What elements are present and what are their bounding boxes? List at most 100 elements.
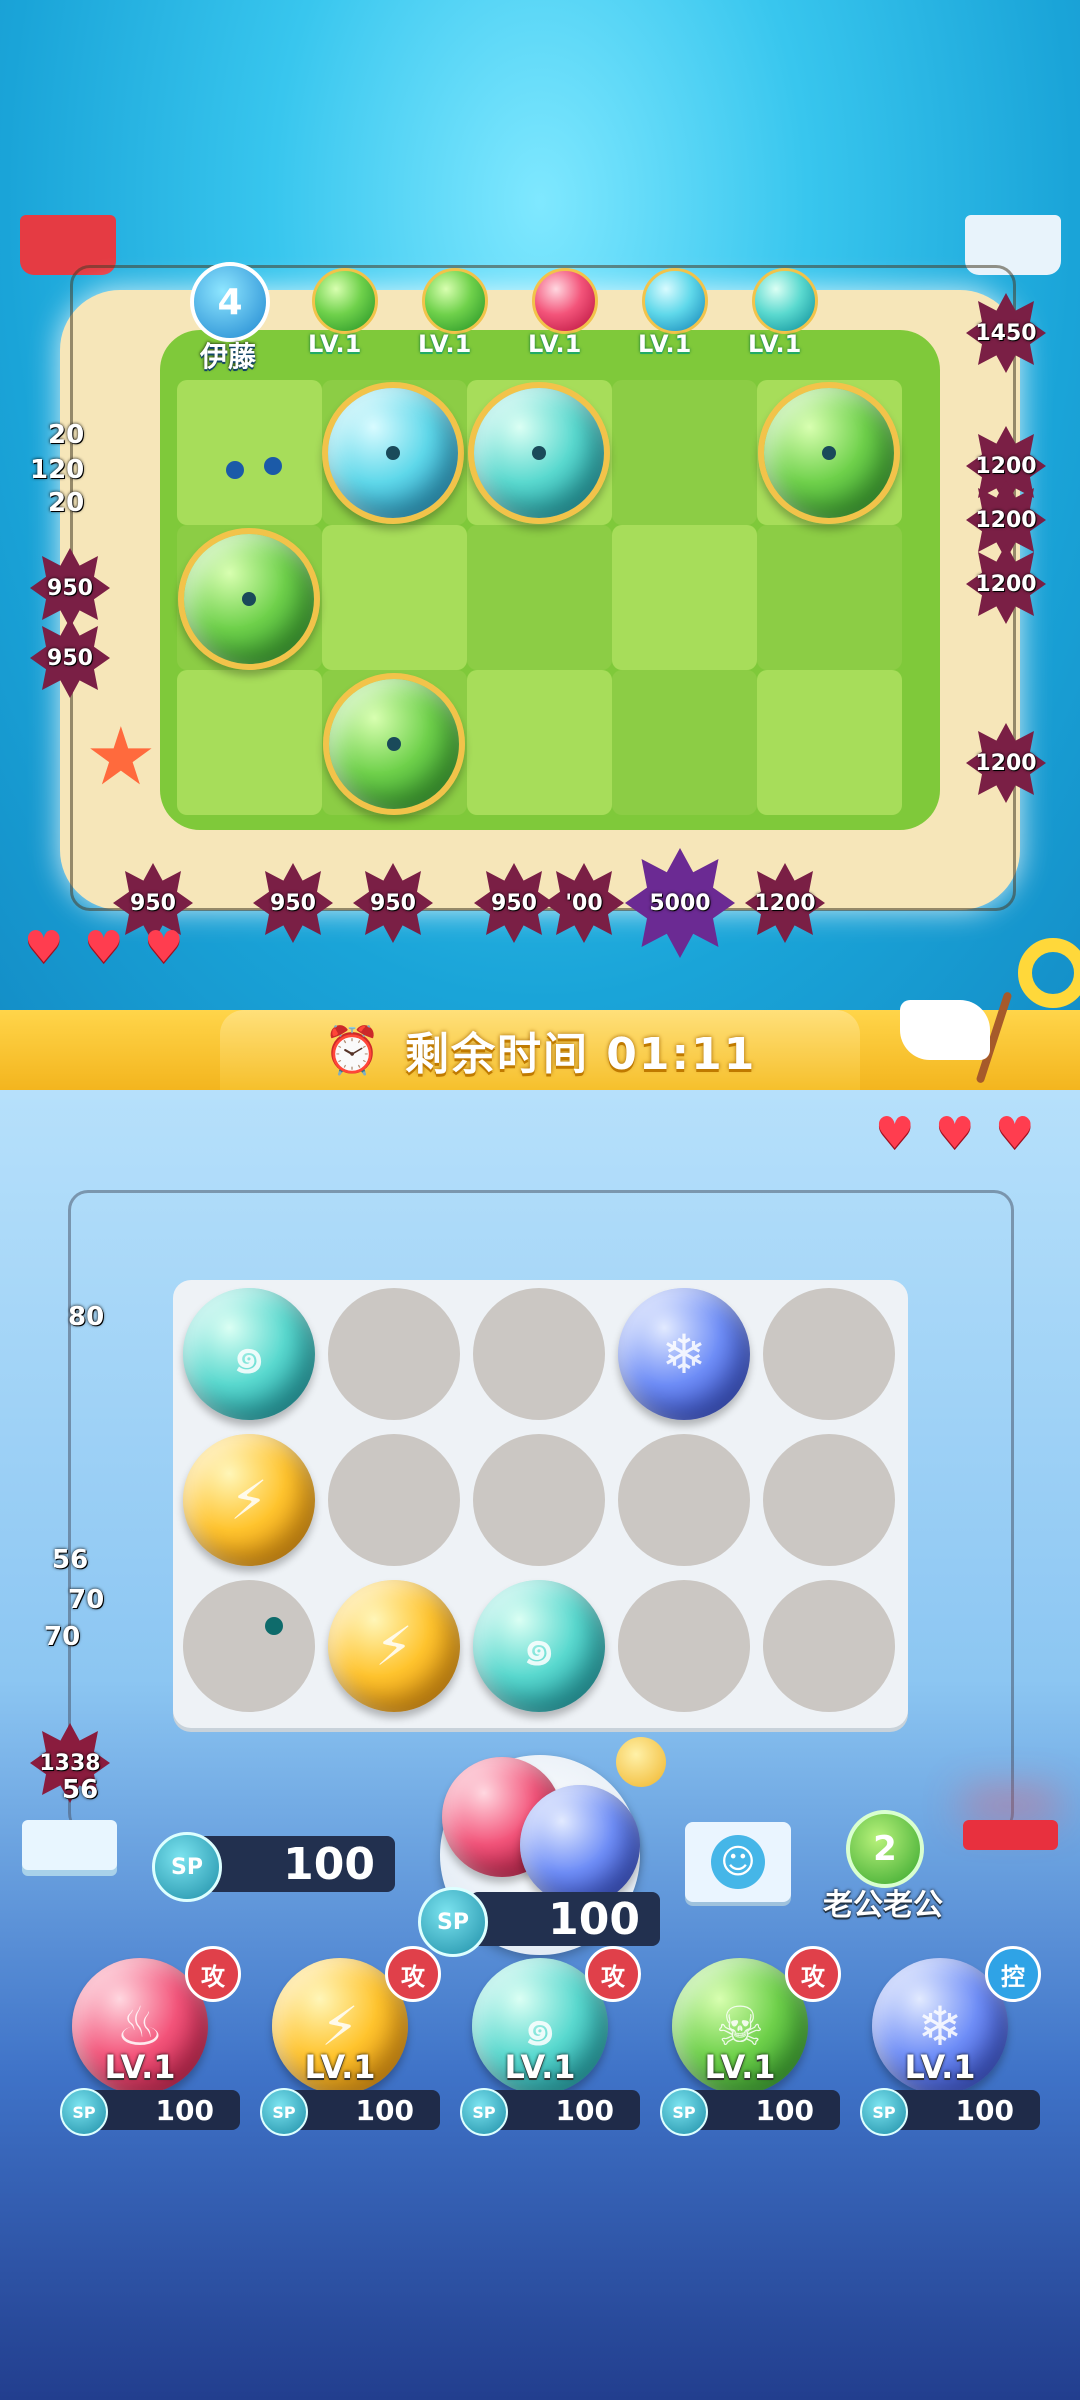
enemy-mine: 1200 [958, 715, 1054, 811]
emote-button[interactable]: ☺ [685, 1822, 791, 1902]
sp-coin-icon: SP [460, 2088, 508, 2136]
enemy-mine: 950 [345, 855, 441, 951]
grid-slot-empty[interactable] [618, 1434, 750, 1566]
opponent-deck-orb [532, 268, 598, 334]
opponent-orb-cyan [322, 382, 464, 524]
opponent-orb-green [758, 382, 900, 524]
opponent-deck-level: LV.1 [748, 330, 802, 358]
grid-orb-teal[interactable]: ๑ [473, 1580, 605, 1712]
enemy-hp: '00 [565, 890, 603, 916]
enemy-hp: 1200 [975, 750, 1037, 776]
opponent-name: 伊藤 [199, 340, 256, 373]
enemy-mine: '00 [536, 855, 632, 951]
enemy-hp: 950 [130, 890, 176, 916]
alarm-clock-icon: ⏰ [323, 1022, 381, 1077]
sp-coin-icon: SP [152, 1832, 222, 1902]
opponent-board-area: 4 伊藤 LV.1 LV.1 LV.1 LV.1 LV.1 1450 1200 … [0, 0, 1080, 1010]
deck-card-level: LV.1 [704, 2048, 776, 2086]
projectile-icon [226, 461, 244, 479]
enemy-hp: 1200 [975, 507, 1037, 533]
damage-number: 70 [68, 1585, 105, 1615]
boss-enemy: 5000 [625, 848, 735, 958]
deck-card-type-tag: 控 [985, 1946, 1041, 2002]
teal-element-icon: ๑ [231, 1323, 267, 1386]
grid-cell [467, 525, 612, 670]
grid-slot-empty[interactable] [328, 1288, 460, 1420]
enemy-mine: 1200 [958, 536, 1054, 632]
deck-card-type-tag: 攻 [585, 1946, 641, 2002]
deck-card-level: LV.1 [304, 2048, 376, 2086]
deck-card[interactable]: ☠ 攻 LV.1 100 SP [660, 1940, 850, 2140]
grid-cell [177, 670, 322, 815]
damage-number: 56 [62, 1775, 99, 1805]
smile-face-icon: ☺ [711, 1835, 765, 1889]
damage-number: 80 [68, 1302, 105, 1332]
deck-card[interactable]: ♨ 攻 LV.1 100 SP [60, 1940, 250, 2140]
projectile-icon [264, 457, 282, 475]
grid-cell [322, 525, 467, 670]
sp-coin-icon: SP [260, 2088, 308, 2136]
opponent-orb-green [178, 528, 320, 670]
enemy-mine: 1450 [958, 285, 1054, 381]
grid-slot-empty[interactable] [763, 1580, 895, 1712]
lifebuoy-icon [1018, 938, 1080, 1008]
heart-icon: ♥ [144, 922, 184, 973]
opponent-deck-orb [312, 268, 378, 334]
partner-level-badge: 2 [846, 1810, 924, 1888]
teal-element-icon: ๑ [521, 1615, 557, 1678]
summon-cost-pill: 100 [470, 1892, 660, 1946]
opponent-deck-orb [642, 268, 708, 334]
damage-number: 56 [52, 1545, 89, 1575]
grid-slot-empty[interactable] [763, 1288, 895, 1420]
grid-cell [612, 525, 757, 670]
grid-cell [612, 380, 757, 525]
opponent-orb-green [323, 673, 465, 815]
grid-slot-empty[interactable] [473, 1288, 605, 1420]
projectile-icon [265, 1617, 283, 1635]
grid-slot-empty[interactable] [473, 1434, 605, 1566]
grid-cell [757, 670, 902, 815]
enemy-hp: 1200 [754, 890, 816, 916]
heart-icon: ♥ [84, 922, 124, 973]
sp-coin-icon: SP [860, 2088, 908, 2136]
grid-slot-empty[interactable] [618, 1580, 750, 1712]
grid-cell [177, 380, 322, 525]
spawn-pad-icon [22, 1820, 117, 1870]
deck-card-level: LV.1 [504, 2048, 576, 2086]
sp-coin-icon: SP [660, 2088, 708, 2136]
heart-icon: ♥ [995, 1108, 1035, 1159]
grid-slot-empty[interactable] [763, 1434, 895, 1566]
heart-icon: ♥ [875, 1108, 915, 1159]
opponent-deck-orb [422, 268, 488, 334]
summon-orb-blue [520, 1785, 640, 1905]
opponent-orb-wind [468, 382, 610, 524]
enemy-hp: 950 [370, 890, 416, 916]
enemy-mine: 950 [245, 855, 341, 951]
enemy-hp: 950 [47, 645, 93, 671]
partner-level-value: 2 [873, 1829, 897, 1869]
damage-number: 20 [48, 420, 85, 450]
damage-number: 70 [44, 1622, 81, 1652]
deck-card[interactable]: ๑攻 LV.1 100 SP [460, 1940, 650, 2140]
summon-cost: 100 [548, 1893, 640, 1945]
grid-slot-empty[interactable] [183, 1580, 315, 1712]
sp-coin-icon: SP [60, 2088, 108, 2136]
deck-card-level: LV.1 [904, 2048, 976, 2086]
enemy-hp: 1338 [39, 1750, 101, 1776]
starfish-icon: ★ [85, 710, 157, 803]
white-flag-icon[interactable] [900, 990, 1013, 1085]
timer-plate: ⏰ 剩余时间 01:11 [220, 1010, 860, 1090]
opponent-deck-level: LV.1 [418, 330, 472, 358]
grid-orb-yellow[interactable]: ⚡ [183, 1434, 315, 1566]
deck-card-type-tag: 攻 [785, 1946, 841, 2002]
grid-orb-blue[interactable]: ❄ [618, 1288, 750, 1420]
deck-card[interactable]: ❄ 控 LV.1 100 SP [860, 1940, 1050, 2140]
opponent-deck-level: LV.1 [528, 330, 582, 358]
heart-icon: ♥ [935, 1108, 975, 1159]
grid-orb-yellow[interactable]: ⚡ [328, 1580, 460, 1712]
enemy-hp: 950 [270, 890, 316, 916]
grid-slot-empty[interactable] [328, 1434, 460, 1566]
deck-card[interactable]: ⚡ 攻 LV.1 100 SP [260, 1940, 450, 2140]
grid-orb-teal[interactable]: ๑ [183, 1288, 315, 1420]
heart-icon: ♥ [24, 922, 64, 973]
